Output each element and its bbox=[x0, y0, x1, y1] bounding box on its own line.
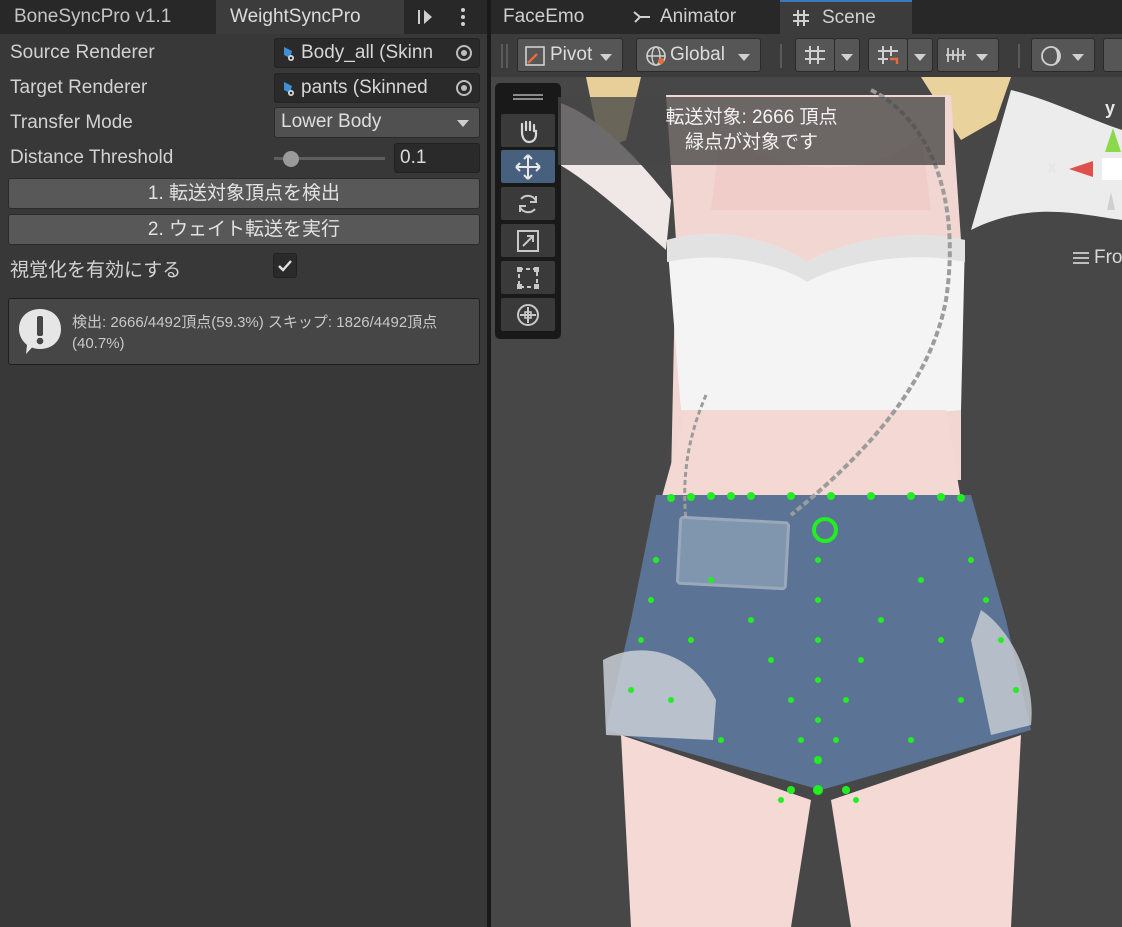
skinned-mesh-icon bbox=[284, 47, 294, 61]
visualize-label: 視覚化を有効にする bbox=[10, 260, 182, 281]
snap-grid-icon bbox=[878, 46, 899, 64]
detection-result-text: 検出: 2666/4492頂点(59.3%) スキップ: 1826/4492頂点… bbox=[72, 314, 438, 352]
chevron-down-icon bbox=[600, 54, 612, 61]
ruler-snap-button[interactable] bbox=[937, 38, 999, 72]
tab-weightsyncpro[interactable]: WeightSyncPro bbox=[216, 0, 404, 34]
global-label: Global bbox=[670, 44, 725, 65]
scene-grid-icon bbox=[792, 9, 810, 33]
overlay-hint: 緑点が対象です bbox=[684, 132, 818, 153]
animator-icon bbox=[632, 9, 652, 31]
overlay-vertex-count: 転送対象: 2666 頂点 bbox=[665, 107, 838, 128]
toolbar-grip[interactable] bbox=[501, 44, 503, 68]
object-picker-icon[interactable] bbox=[456, 45, 472, 61]
visualize-checkbox[interactable] bbox=[273, 253, 297, 278]
gizmo-center bbox=[1102, 158, 1122, 180]
chevron-down-icon bbox=[841, 54, 853, 61]
gizmo-x-label: x bbox=[1047, 157, 1058, 177]
inspector-tab-bar: BoneSyncPro v1.1 WeightSyncPro bbox=[0, 0, 487, 34]
source-renderer-field[interactable]: Body_all (Skinn bbox=[274, 38, 480, 68]
transform-icon bbox=[517, 304, 539, 326]
tab-overflow-button[interactable] bbox=[404, 0, 444, 34]
detect-vertices-button[interactable]: 1. 転送対象頂点を検出 bbox=[8, 178, 480, 209]
rotate-icon bbox=[519, 194, 537, 214]
grid-snap-menu[interactable] bbox=[834, 38, 860, 72]
rotate-tool-button[interactable] bbox=[501, 187, 555, 220]
move-arrows-icon bbox=[515, 154, 541, 180]
scale-tool-button[interactable] bbox=[501, 224, 555, 257]
chevron-down-icon bbox=[1072, 54, 1084, 61]
hand-icon bbox=[520, 120, 538, 144]
global-dropdown[interactable]: Global bbox=[636, 38, 761, 72]
threshold-value: 0.1 bbox=[400, 147, 427, 168]
transform-tool-button[interactable] bbox=[501, 298, 555, 331]
palette-grip[interactable] bbox=[513, 94, 543, 96]
tab-animator[interactable]: Animator bbox=[660, 0, 780, 34]
globe-icon bbox=[646, 46, 666, 66]
grid-snap-button[interactable] bbox=[795, 38, 835, 72]
toolbar-grip[interactable] bbox=[506, 44, 508, 68]
target-renderer-label: Target Renderer bbox=[10, 77, 148, 98]
scene-panel: FaceEmo Animator Scene Pivot Global 転送対象… bbox=[491, 0, 1122, 927]
toolbar-overflow-button[interactable] bbox=[1103, 38, 1122, 72]
skinned-mesh-icon bbox=[284, 82, 294, 96]
tool-palette bbox=[495, 83, 561, 339]
scene-info-overlay: 転送対象: 2666 頂点 緑点が対象です bbox=[558, 97, 945, 165]
view-orientation-label[interactable]: Fro bbox=[1071, 247, 1122, 269]
shading-mode-dropdown[interactable] bbox=[1031, 38, 1095, 72]
distance-threshold-label: Distance Threshold bbox=[10, 147, 174, 168]
view-orientation-text: Fro bbox=[1094, 247, 1122, 268]
grid-icon bbox=[805, 46, 825, 64]
play-icon bbox=[424, 10, 432, 24]
hamburger-icon bbox=[1073, 252, 1089, 264]
transfer-weights-button[interactable]: 2. ウェイト転送を実行 bbox=[8, 214, 480, 245]
source-renderer-label: Source Renderer bbox=[10, 42, 155, 63]
tab-bonesyncpro[interactable]: BoneSyncPro v1.1 bbox=[0, 0, 216, 34]
pivot-dropdown[interactable]: Pivot bbox=[517, 38, 623, 72]
warning-speech-bubble-icon bbox=[19, 309, 61, 354]
checkmark-icon bbox=[278, 260, 292, 272]
object-picker-icon[interactable] bbox=[456, 80, 472, 96]
scale-icon bbox=[517, 230, 539, 252]
detection-result-helpbox: 検出: 2666/4492頂点(59.3%) スキップ: 1826/4492頂点… bbox=[8, 298, 480, 365]
shading-sphere-icon bbox=[1041, 46, 1061, 66]
target-renderer-value: pants (Skinned bbox=[301, 77, 428, 98]
scene-viewport[interactable] bbox=[491, 77, 1122, 927]
pivot-icon bbox=[525, 46, 545, 66]
target-renderer-field[interactable]: pants (Skinned bbox=[274, 73, 480, 103]
chevron-down-icon bbox=[457, 120, 469, 127]
more-menu-icon[interactable] bbox=[450, 0, 476, 34]
transfer-mode-label: Transfer Mode bbox=[10, 112, 133, 133]
snap-increment-button[interactable] bbox=[868, 38, 908, 72]
tab-overflow-bar bbox=[418, 10, 420, 24]
move-tool-button[interactable] bbox=[501, 150, 555, 183]
threshold-input[interactable]: 0.1 bbox=[394, 143, 480, 173]
source-renderer-value: Body_all (Skinn bbox=[301, 42, 434, 63]
scene-render bbox=[551, 77, 1122, 927]
rect-tool-button[interactable] bbox=[501, 261, 555, 294]
toolbar-grip[interactable] bbox=[1018, 44, 1020, 68]
chevron-down-icon bbox=[738, 54, 750, 61]
transfer-mode-dropdown[interactable]: Lower Body bbox=[274, 107, 480, 138]
inspector-panel: BoneSyncPro v1.1 WeightSyncPro Source Re… bbox=[0, 0, 487, 927]
snap-increment-menu[interactable] bbox=[907, 38, 933, 72]
ruler-icon bbox=[946, 48, 966, 62]
chevron-down-icon bbox=[976, 54, 988, 61]
rect-transform-icon bbox=[517, 267, 539, 289]
scene-tab-bar: FaceEmo Animator Scene bbox=[491, 0, 1122, 34]
tab-faceemo[interactable]: FaceEmo bbox=[491, 0, 626, 34]
pivot-label: Pivot bbox=[550, 44, 593, 65]
threshold-slider-handle[interactable] bbox=[283, 151, 299, 167]
gizmo-y-label: y bbox=[1105, 98, 1116, 118]
chevron-down-icon bbox=[914, 54, 926, 61]
toolbar-grip[interactable] bbox=[780, 44, 782, 68]
transfer-mode-value: Lower Body bbox=[281, 111, 382, 132]
palette-grip[interactable] bbox=[513, 98, 543, 100]
hand-tool-button[interactable] bbox=[501, 114, 555, 147]
